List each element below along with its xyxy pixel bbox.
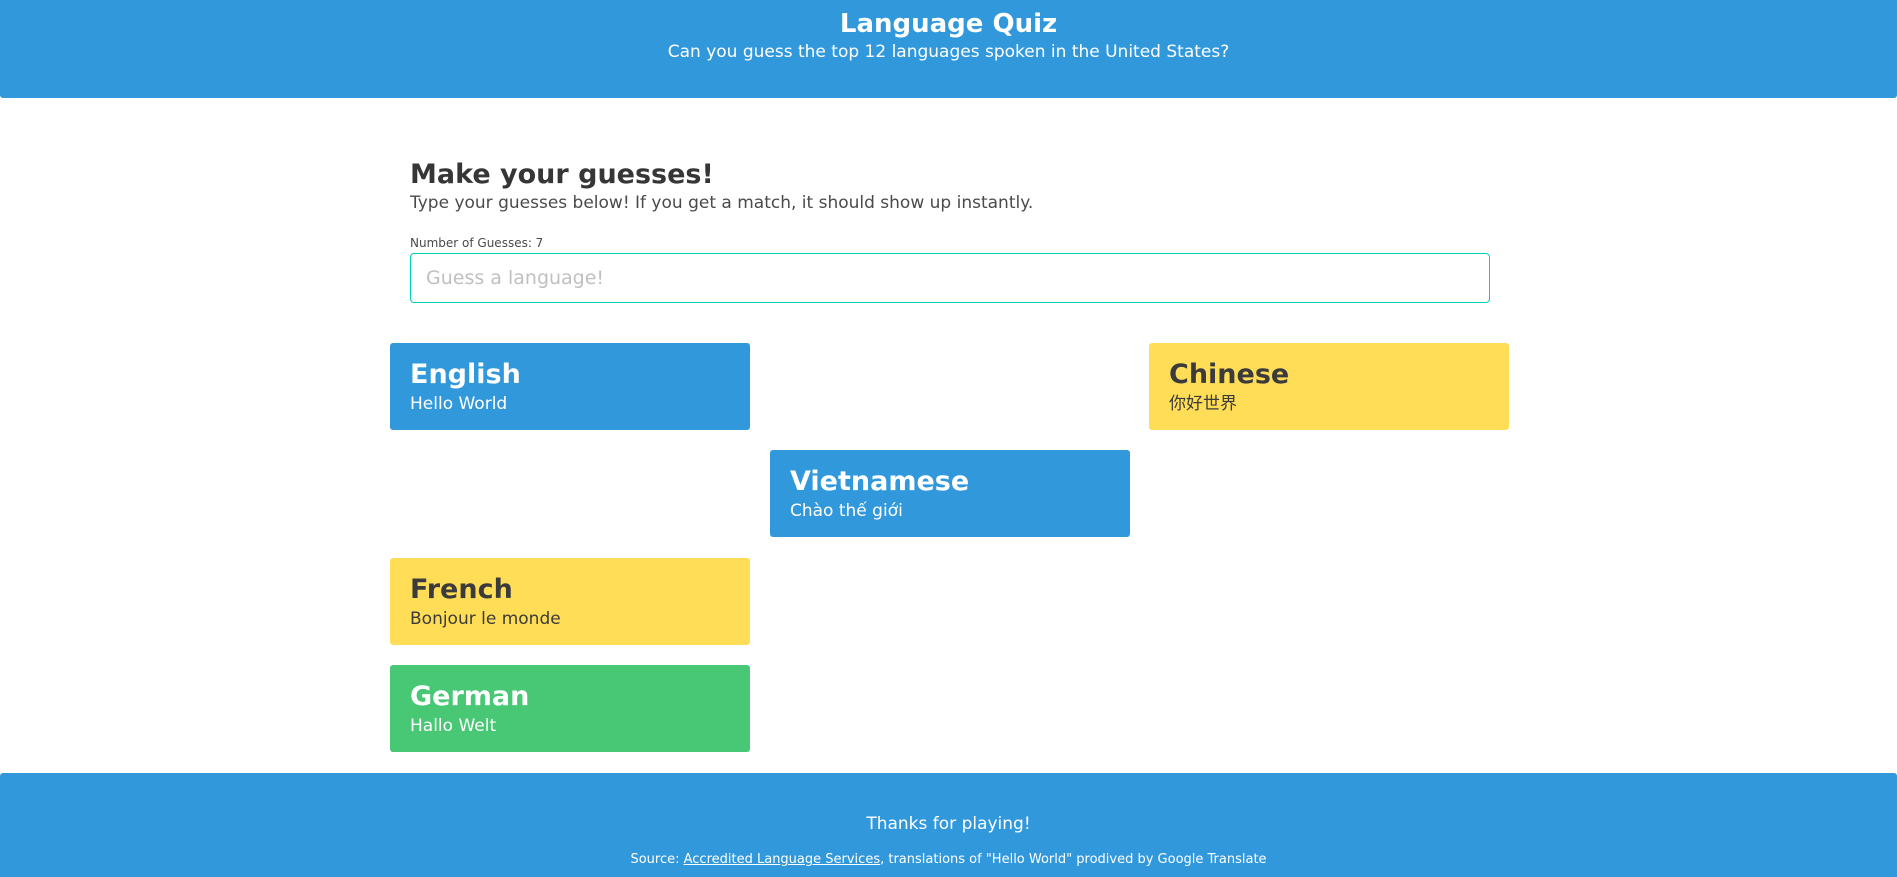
- page-header: Language Quiz Can you guess the top 12 l…: [0, 0, 1897, 98]
- language-name: Vietnamese: [790, 466, 970, 497]
- language-hello-world: Chào thế giới: [790, 501, 903, 521]
- source-suffix: , translations of "Hello World" prodived…: [880, 852, 1267, 867]
- language-hello-world: Hallo Welt: [410, 716, 497, 736]
- section-description: Type your guesses below! If you get a ma…: [410, 193, 1034, 213]
- language-name: English: [410, 359, 521, 390]
- language-card-vietnamese: Vietnamese Chào thế giới: [770, 450, 1130, 537]
- language-card-chinese: Chinese 你好世界: [1149, 343, 1509, 430]
- language-name: French: [410, 574, 513, 605]
- language-name: German: [410, 681, 530, 712]
- source-prefix: Source:: [630, 852, 684, 867]
- language-hello-world: Hello World: [410, 394, 508, 414]
- language-hello-world: Bonjour le monde: [410, 609, 561, 629]
- footer-source-text: Source: Accredited Language Services, tr…: [0, 852, 1897, 868]
- guess-count-label: Number of Guesses: 7: [410, 236, 544, 250]
- section-heading: Make your guesses!: [410, 159, 714, 190]
- language-name: Chinese: [1169, 359, 1290, 390]
- page-subtitle: Can you guess the top 12 languages spoke…: [667, 42, 1230, 62]
- guess-language-input[interactable]: [410, 253, 1490, 303]
- page-footer: Thanks for playing! Source: Accredited L…: [0, 773, 1897, 877]
- footer-thanks-text: Thanks for playing!: [866, 814, 1031, 834]
- page: Language Quiz Can you guess the top 12 l…: [0, 0, 1897, 877]
- language-card-french: French Bonjour le monde: [390, 558, 750, 645]
- language-card-english: English Hello World: [390, 343, 750, 430]
- page-title: Language Quiz: [839, 9, 1058, 39]
- language-card-german: German Hallo Welt: [390, 665, 750, 752]
- language-hello-world: 你好世界: [1169, 394, 1237, 414]
- source-link[interactable]: Accredited Language Services: [684, 852, 880, 867]
